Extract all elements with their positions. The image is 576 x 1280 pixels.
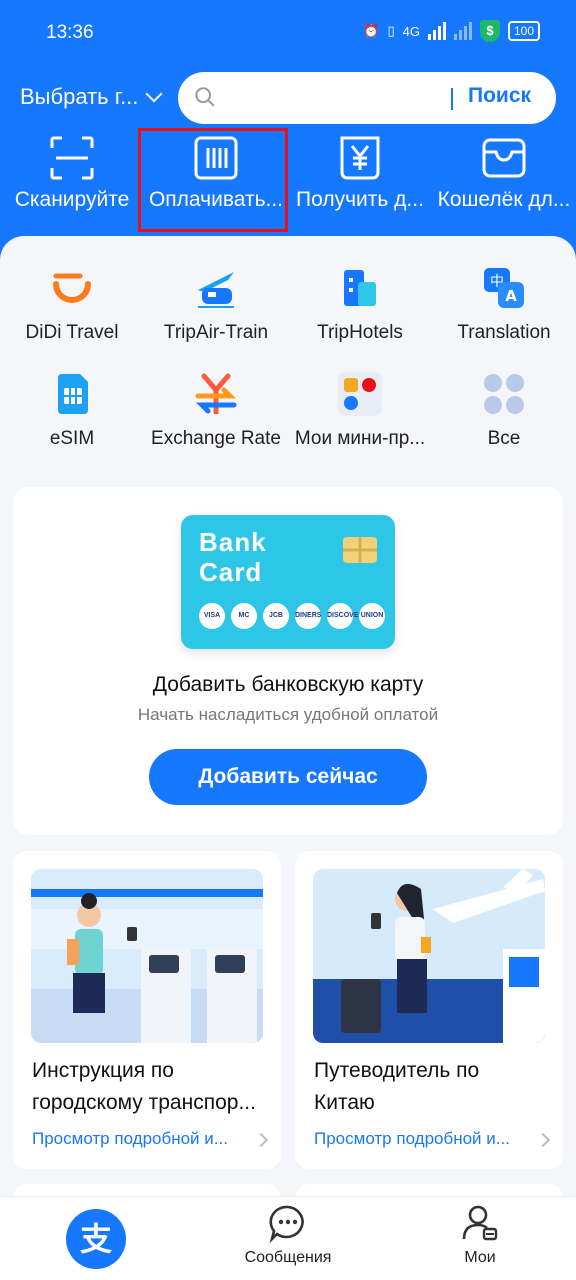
chat-bubble-icon [269, 1205, 304, 1243]
exchange-rate-icon [195, 373, 237, 414]
chevron-down-icon [145, 85, 163, 103]
add-card-button[interactable]: Добавить сейчас [149, 749, 427, 805]
search-input[interactable] [226, 82, 486, 114]
service-exchange-rate[interactable]: Exchange Rate [144, 372, 288, 472]
nav-me[interactable]: Мои [420, 1203, 540, 1267]
service-label: Мои мини-пр... [294, 428, 426, 449]
service-label: DiDi Travel [25, 322, 119, 343]
nav-home-alipay-icon[interactable]: 支 [66, 1209, 126, 1269]
service-label: Exchange Rate [151, 428, 281, 449]
battery-indicator: 100 [507, 21, 540, 41]
bank-card-text-line1: Bank [199, 527, 267, 557]
receive-money-icon [340, 136, 380, 180]
service-all[interactable]: Все [432, 372, 576, 472]
user-profile-icon [462, 1205, 498, 1241]
quick-action-scan[interactable]: Сканируйте [0, 128, 144, 228]
guide-title-line2: Китаю [314, 1091, 375, 1114]
guide-title: Инструкция по городскому транспор... [32, 1055, 268, 1119]
guide-details-link[interactable]: Просмотр подробной и... [314, 1129, 550, 1149]
card-network-logos: VISA MC JCB DINERS DISCOVER UNION [199, 603, 385, 629]
nav-me-label: Мои [464, 1249, 496, 1266]
city-select[interactable]: Выбрать г... [20, 84, 163, 110]
scan-icon [50, 136, 94, 180]
service-triphotels[interactable]: TripHotels [288, 266, 432, 366]
discover-logo: DISCOVER [327, 603, 364, 629]
service-mini-programs[interactable]: Мои мини-пр... [288, 372, 432, 472]
vibrate-icon: ▯ [387, 23, 395, 38]
bank-card-text: Bank Card [199, 527, 267, 587]
service-tripair-train[interactable]: TripAir-Train [144, 266, 288, 366]
guide-card-china[interactable]: Путеводитель по Китаю Просмотр подробной… [295, 851, 563, 1169]
quick-actions: Сканируйте Оплачивать... Получить д... К… [0, 128, 576, 228]
city-select-label: Выбрать г... [20, 84, 139, 109]
translate-icon: 中 A [484, 268, 524, 308]
signal-icon-secondary [453, 22, 472, 40]
diners-logo: DINERS [295, 603, 321, 629]
quick-action-receive[interactable]: Получить д... [288, 128, 432, 228]
search-box[interactable]: Поиск [178, 72, 556, 124]
quick-action-label: Сканируйте [14, 188, 130, 211]
alarm-icon: ⏰ [363, 23, 380, 38]
jcb-logo: JCB [263, 603, 289, 629]
all-apps-icon [484, 374, 524, 414]
add-bank-card-section: Bank Card VISA MC JCB DINERS DISCOVER UN… [13, 487, 563, 835]
security-shield-icon: $ [479, 20, 500, 42]
guide-title-line2: городскому транспор... [32, 1091, 256, 1114]
unionpay-logo: UNION [359, 603, 385, 629]
didi-icon [53, 273, 91, 303]
guide-card-transport[interactable]: Инструкция по городскому транспор... Про… [13, 851, 281, 1169]
bank-card-illustration: Bank Card VISA MC JCB DINERS DISCOVER UN… [181, 515, 395, 649]
svg-text:A: A [505, 287, 517, 305]
quick-action-label: Получить д... [296, 188, 424, 211]
guide-title: Путеводитель по Китаю [314, 1055, 550, 1119]
status-bar: 13:36 ⏰ ▯ 4G $ 100 [0, 0, 576, 66]
mini-programs-icon [338, 372, 382, 416]
search-icon [195, 87, 215, 107]
nav-messages-label: Сообщения [244, 1249, 332, 1266]
guide-title-line1: Путеводитель по [314, 1059, 480, 1082]
service-translation[interactable]: 中 A Translation [432, 266, 576, 366]
highlight-annotation [138, 128, 288, 232]
guide-title-line1: Инструкция по [32, 1059, 174, 1082]
nav-messages[interactable]: Сообщения [228, 1203, 348, 1267]
bottom-navigation: 支 Сообщения Мои [0, 1196, 576, 1280]
network-label: 4G [402, 23, 420, 39]
bank-card-text-line2: Card [199, 557, 263, 587]
signal-icon [427, 22, 446, 40]
search-divider [451, 88, 453, 110]
status-icons: ⏰ ▯ 4G $ 100 [363, 20, 540, 42]
service-label: TripHotels [317, 322, 403, 343]
visa-logo: VISA [199, 603, 225, 629]
add-card-subtitle: Начать насладиться удобной оплатой [137, 705, 439, 724]
quick-action-label: Кошелёк дл... [437, 188, 571, 211]
hotel-icon [344, 270, 376, 306]
quick-action-wallet[interactable]: Кошелёк дл... [432, 128, 576, 228]
service-label: eSIM [49, 428, 95, 449]
guide-details-link[interactable]: Просмотр подробной и... [32, 1129, 268, 1149]
service-label: TripAir-Train [163, 322, 269, 343]
transport-guide-illustration [31, 869, 263, 1043]
add-card-title: Добавить банковскую карту [152, 673, 424, 696]
mastercard-logo: MC [231, 603, 257, 629]
china-guide-illustration [313, 869, 545, 1043]
service-didi[interactable]: DiDi Travel [0, 266, 144, 366]
service-label: Translation [457, 322, 551, 343]
service-esim[interactable]: eSIM [0, 372, 144, 472]
esim-icon [58, 374, 88, 414]
wallet-icon [482, 138, 526, 178]
status-time: 13:36 [46, 22, 94, 43]
plane-train-icon [198, 272, 234, 308]
search-button[interactable]: Поиск [468, 84, 531, 108]
card-chip-icon [343, 537, 377, 563]
service-label: Все [487, 428, 521, 449]
